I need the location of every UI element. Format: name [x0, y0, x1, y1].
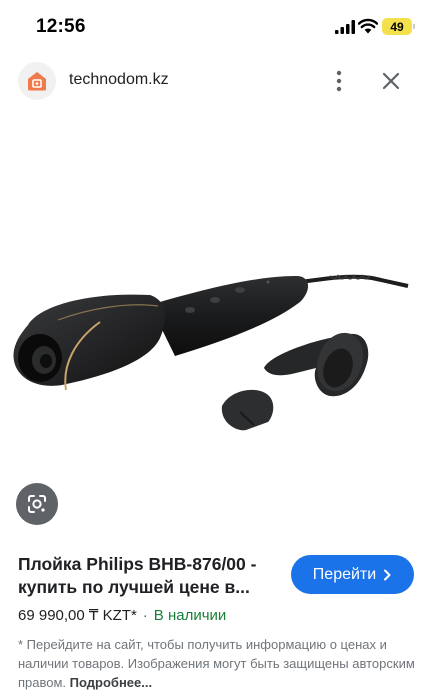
availability: В наличии: [153, 607, 227, 624]
chevron-right-icon: [384, 569, 391, 580]
signal-icon: [335, 20, 355, 34]
go-button-label: Перейти: [312, 565, 377, 583]
price: 69 990,00 ₸ KZT*: [18, 607, 137, 624]
disclaimer: * Перейдите на сайт, чтобы получить инфо…: [18, 635, 418, 692]
close-icon[interactable]: [381, 71, 401, 91]
site-icon[interactable]: [18, 62, 56, 100]
price-line: 69 990,00 ₸ KZT* · В наличии: [18, 606, 226, 624]
go-button[interactable]: Перейти: [291, 555, 414, 594]
google-lens-icon: [28, 495, 46, 513]
status-time: 12:56: [36, 16, 86, 37]
separator: ·: [142, 607, 148, 624]
status-bar: 12:56 49: [0, 0, 432, 52]
wifi-icon: [358, 18, 378, 34]
battery-level: 49: [390, 19, 404, 34]
more-vert-icon[interactable]: [330, 70, 348, 92]
browser-bar: technodom.kz: [0, 58, 432, 104]
battery-icon: 49: [382, 18, 415, 35]
hair-curler-product-image[interactable]: [0, 110, 432, 490]
result-title[interactable]: Плойка Philips BHB-876/00 - купить по лу…: [18, 553, 286, 599]
more-link[interactable]: Подробнее...: [70, 675, 152, 690]
house-icon: [28, 72, 46, 91]
google-lens-button[interactable]: [16, 483, 58, 525]
site-host[interactable]: technodom.kz: [69, 71, 169, 89]
